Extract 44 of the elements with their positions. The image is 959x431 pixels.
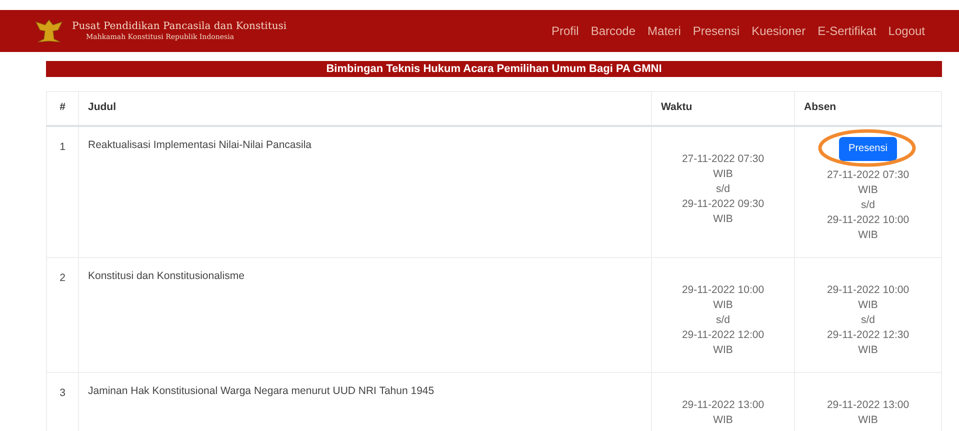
table-cell: Konstitusi dan Konstitusionalisme xyxy=(78,257,652,372)
time-text: 29-11-2022 10:00 xyxy=(826,282,910,298)
time-text: WIB xyxy=(712,212,734,226)
time-text: 29-11-2022 13:00 xyxy=(680,398,766,412)
time-text: 27-11-2022 07:30 xyxy=(680,152,766,166)
nav-link[interactable]: Barcode xyxy=(590,22,636,40)
time-text: WIB xyxy=(712,166,734,182)
time-text: WIB xyxy=(857,298,879,312)
time-text: WIB xyxy=(857,412,879,428)
time-text: WIB xyxy=(712,298,734,312)
table-cell: 2 xyxy=(46,257,78,372)
nav-link[interactable]: Logout xyxy=(888,22,925,40)
nav-link[interactable]: Materi xyxy=(648,22,681,40)
eagle-emblem-icon xyxy=(34,17,64,45)
time-text: 29-11-2022 10:00 xyxy=(826,212,910,228)
time-text: WIB xyxy=(712,342,734,358)
nav-link[interactable]: Profil xyxy=(551,22,579,40)
column-header: # xyxy=(46,92,78,126)
time-text: 29-11-2022 09:30 xyxy=(680,196,766,212)
time-text: 29-11-2022 13:00 xyxy=(826,398,910,412)
table-cell: 3 xyxy=(46,372,78,431)
time-text: s/d xyxy=(714,312,731,328)
time-text: s/d xyxy=(860,198,876,212)
nav-link[interactable]: Presensi xyxy=(692,22,740,40)
table-cell: Reaktualisasi Implementasi Nilai-Nilai Pancasila xyxy=(78,126,652,257)
presensi-button[interactable]: Presensi xyxy=(838,136,898,160)
time-text: WIB xyxy=(857,342,879,358)
nav-link[interactable]: E-Sertifikat xyxy=(818,22,876,40)
time-text: s/d xyxy=(714,182,731,196)
time-text: WIB xyxy=(712,412,734,428)
column-header: Judul xyxy=(78,92,652,126)
time-text: s/d xyxy=(860,312,876,328)
nav-link[interactable]: Kuesioner xyxy=(752,22,806,40)
table-cell: 1 xyxy=(46,126,78,257)
site-title: Pusat Pendidikan Pancasila dan Konstitusi xyxy=(72,20,287,32)
time-text: 29-11-2022 12:30 xyxy=(826,328,910,342)
column-header: Waktu xyxy=(652,92,794,126)
time-text: 29-11-2022 12:00 xyxy=(680,328,766,342)
column-header: Absen xyxy=(794,92,942,126)
time-text: 29-11-2022 10:00 xyxy=(680,282,766,298)
time-text: WIB xyxy=(857,228,879,242)
course-banner: Bimbingan Teknis Hukum Acara Pemilihan Umum Bagi PA GMNI xyxy=(46,61,942,77)
time-text: WIB xyxy=(857,182,879,198)
time-text: 27-11-2022 07:30 xyxy=(826,168,910,182)
